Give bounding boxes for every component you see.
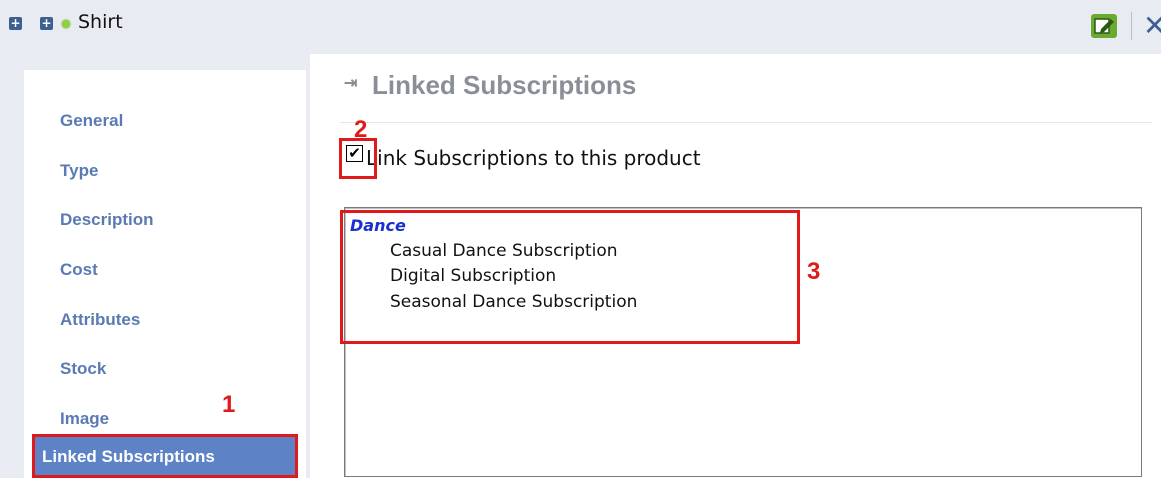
sidebar-item-attributes[interactable]: Attributes xyxy=(48,302,306,338)
status-dot-icon xyxy=(62,20,70,28)
linked-arrow-icon: ⇥ xyxy=(344,75,358,92)
sidebar-item-label: Image xyxy=(60,409,110,428)
sidebar-item-label: Attributes xyxy=(60,310,141,329)
sidebar-item-label: Cost xyxy=(60,260,98,279)
sidebar: General Type Description Cost Attributes… xyxy=(0,54,310,478)
sidebar-item-description[interactable]: Description xyxy=(48,202,306,238)
sidebar-item-image[interactable]: Image xyxy=(48,401,306,437)
sidebar-item-cost[interactable]: Cost xyxy=(48,252,306,288)
sidebar-item-general[interactable]: General xyxy=(48,103,306,139)
sidebar-panel: General Type Description Cost Attributes… xyxy=(24,70,306,478)
edit-icon[interactable] xyxy=(1091,14,1117,38)
page-title: ⇥ Linked Subscriptions xyxy=(344,70,636,101)
annotation-callout-1: 1 xyxy=(222,391,236,418)
page-title-text: Linked Subscriptions xyxy=(372,70,637,100)
title-bar: + + Shirt ✕ xyxy=(0,0,1161,54)
sidebar-item-label: Stock xyxy=(60,359,107,378)
sidebar-item-label: General xyxy=(60,111,124,130)
expand-icon[interactable]: + xyxy=(40,17,53,30)
annotation-box xyxy=(340,210,800,344)
expand-icon[interactable]: + xyxy=(9,17,22,30)
toolbar-separator xyxy=(1131,12,1132,40)
annotation-box xyxy=(32,434,298,478)
sidebar-item-stock[interactable]: Stock xyxy=(48,351,306,387)
close-icon[interactable]: ✕ xyxy=(1143,12,1161,40)
product-title: Shirt xyxy=(78,11,123,33)
sidebar-item-type[interactable]: Type xyxy=(48,153,306,189)
divider xyxy=(340,122,1152,123)
annotation-box xyxy=(339,138,377,179)
annotation-callout-2: 2 xyxy=(354,116,368,143)
sidebar-item-label: Description xyxy=(60,210,154,229)
link-subscriptions-label[interactable]: Link Subscriptions to this product xyxy=(366,146,701,170)
sidebar-item-label: Type xyxy=(60,161,99,180)
annotation-callout-3: 3 xyxy=(807,258,821,285)
